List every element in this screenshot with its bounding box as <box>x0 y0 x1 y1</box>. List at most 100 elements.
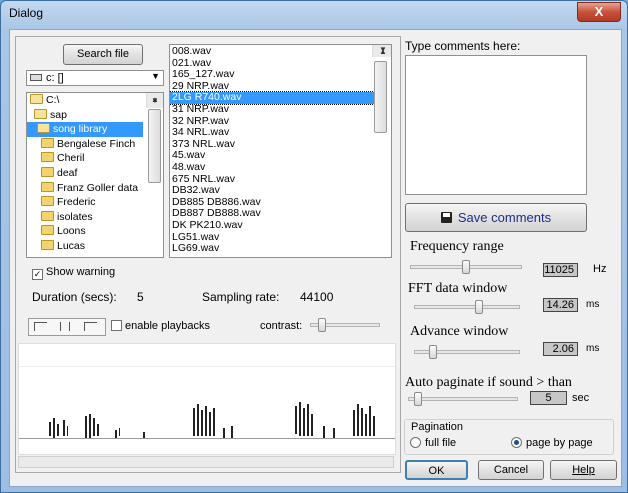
title-bar[interactable]: Dialog X <box>1 1 627 27</box>
enable-playbacks-checkbox[interactable]: enable playbacks <box>111 320 210 332</box>
playback-shape-icon-2[interactable] <box>60 322 70 331</box>
frequency-value-box[interactable]: 11025 <box>543 263 578 277</box>
auto-paginate-value-box[interactable]: 5 <box>530 391 567 405</box>
drive-select[interactable]: c: [] ▼ <box>26 70 164 86</box>
folder-icon <box>41 210 54 221</box>
dialog-client: Search file c: [] ▼ C:\ sap song library… <box>9 29 622 487</box>
tree-item[interactable]: isolates <box>27 210 163 225</box>
tree-item[interactable]: deaf <box>27 166 163 181</box>
advance-slider[interactable] <box>414 345 520 361</box>
contrast-slider[interactable] <box>310 318 380 332</box>
advance-unit: ms <box>586 343 600 354</box>
folder-icon <box>41 166 54 177</box>
comments-textarea[interactable] <box>405 55 587 195</box>
file-item[interactable]: 31 NRP.wav <box>170 103 391 116</box>
tree-item[interactable]: C:\ <box>27 93 163 108</box>
radio-off-icon[interactable] <box>410 437 421 448</box>
auto-paginate-label: Auto paginate if sound > than <box>405 375 572 390</box>
file-list-scrollbar[interactable]: ▲ ▼ <box>372 45 391 133</box>
advance-thumb[interactable] <box>429 345 437 359</box>
contrast-label: contrast: <box>260 320 303 332</box>
file-item[interactable]: 34 NRL.wav <box>170 127 391 139</box>
tree-scrollbar[interactable]: ▲ ▼ <box>146 93 163 183</box>
tree-item[interactable]: Bengalese Finch <box>27 137 163 152</box>
fft-track <box>414 305 520 309</box>
advance-value-box[interactable]: 2.06 <box>543 342 578 356</box>
full-file-radio[interactable]: full file <box>410 437 456 449</box>
spectrogram-image <box>19 366 395 439</box>
pagination-group-label: Pagination <box>409 421 465 433</box>
fft-slider[interactable] <box>414 300 520 316</box>
playback-controls <box>28 318 106 336</box>
auto-paginate-slider[interactable] <box>408 392 518 408</box>
drive-icon <box>30 74 42 81</box>
folder-icon <box>41 152 54 163</box>
fft-thumb[interactable] <box>475 300 483 314</box>
folder-open-icon <box>30 94 43 104</box>
tree-item-selected[interactable]: song library <box>27 122 143 137</box>
radio-on-icon[interactable] <box>511 437 522 448</box>
file-browser-panel: Search file c: [] ▼ C:\ sap song library… <box>15 36 401 473</box>
tree-item[interactable]: Frederic <box>27 195 163 210</box>
folder-icon <box>41 137 54 148</box>
tree-item[interactable]: Franz Goller data <box>27 181 163 196</box>
checkbox-empty-icon[interactable] <box>111 320 122 331</box>
tree-item[interactable]: sap <box>27 108 163 123</box>
chevron-down-icon[interactable]: ▼ <box>151 71 160 81</box>
duration-label: Duration (secs): <box>32 290 117 304</box>
window-title: Dialog <box>9 6 44 20</box>
floppy-disk-icon <box>440 212 452 223</box>
scroll-down-icon[interactable]: ▼ <box>373 45 391 57</box>
cancel-button[interactable]: Cancel <box>478 460 544 480</box>
tree-item[interactable]: Cheril <box>27 151 163 166</box>
close-button[interactable]: X <box>577 2 621 22</box>
tree-item[interactable]: Loons <box>27 224 163 239</box>
page-by-page-radio[interactable]: page by page <box>511 437 593 449</box>
playback-shape-icon-1[interactable] <box>34 322 47 331</box>
auto-paginate-unit: sec <box>572 392 590 404</box>
sampling-rate-label: Sampling rate: <box>202 290 280 304</box>
frequency-slider[interactable] <box>410 260 522 276</box>
file-list[interactable]: 008.wav 021.wav 165_127.wav 29 NRP.wav 2… <box>169 44 392 258</box>
file-item[interactable]: 008.wav <box>170 45 391 58</box>
help-button[interactable]: Help <box>550 460 617 480</box>
file-item[interactable]: DK PK210.wav <box>170 219 391 232</box>
save-comments-button[interactable]: Save comments <box>405 203 587 232</box>
scroll-thumb[interactable] <box>374 61 387 133</box>
scroll-down-icon[interactable]: ▼ <box>147 94 163 108</box>
playback-shape-icon-3[interactable] <box>84 322 97 331</box>
auto-paginate-track <box>408 397 518 401</box>
fft-unit: ms <box>586 299 600 310</box>
spectrogram-scrollbar[interactable] <box>18 456 394 468</box>
folder-icon <box>41 239 54 250</box>
folder-open-icon <box>34 108 47 119</box>
auto-paginate-thumb[interactable] <box>414 392 422 406</box>
contrast-thumb[interactable] <box>318 318 326 332</box>
file-item[interactable]: DB32.wav <box>170 185 391 197</box>
search-file-button[interactable]: Search file <box>63 44 143 65</box>
advance-window-label: Advance window <box>410 324 509 339</box>
folder-open-icon <box>37 123 50 134</box>
folder-icon <box>41 225 54 236</box>
frequency-thumb[interactable] <box>462 260 470 274</box>
show-warning-checkbox[interactable]: ✓ Show warning <box>32 266 115 280</box>
frequency-range-label: Frequency range <box>410 239 504 254</box>
checkmark-icon[interactable]: ✓ <box>32 269 43 280</box>
frequency-unit: Hz <box>593 263 607 275</box>
scroll-thumb[interactable] <box>148 109 161 183</box>
sampling-rate-value: 44100 <box>300 290 334 304</box>
fft-value-box[interactable]: 14.26 <box>543 298 578 312</box>
dialog-window: Dialog X Search file c: [] ▼ C:\ sap son… <box>0 0 628 493</box>
drive-select-value: c: [] <box>46 72 64 84</box>
folder-icon <box>41 181 54 192</box>
folder-tree[interactable]: C:\ sap song library Bengalese Finch Che… <box>26 92 164 258</box>
ok-button[interactable]: OK <box>405 460 468 480</box>
comments-label: Type comments here: <box>405 39 521 53</box>
folder-icon <box>41 196 54 207</box>
spectrogram-view[interactable] <box>18 343 396 455</box>
duration-value: 5 <box>137 290 144 304</box>
tree-item[interactable]: Lucas <box>27 239 163 254</box>
file-item[interactable]: LG69.wav <box>170 242 391 255</box>
fft-window-label: FFT data window <box>408 281 508 296</box>
file-item[interactable]: 48.wav <box>170 161 391 174</box>
